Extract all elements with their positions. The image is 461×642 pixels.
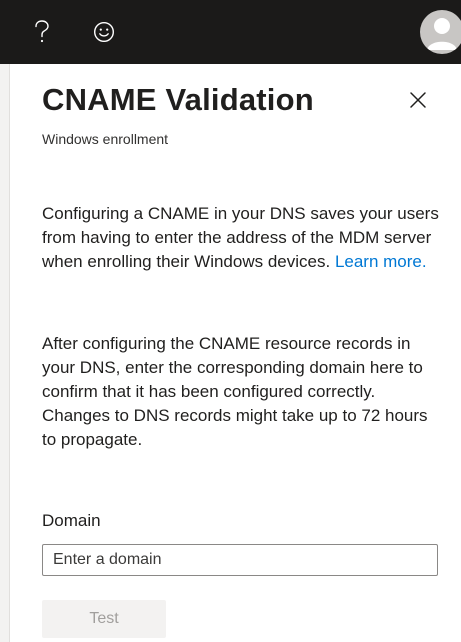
help-button[interactable] [22,12,62,52]
feedback-button[interactable] [84,12,124,52]
close-button[interactable] [406,88,430,112]
left-edge-divider [0,64,10,642]
learn-more-link[interactable]: Learn more. [335,252,427,271]
instructions-paragraph: After configuring the CNAME resource rec… [42,334,428,449]
close-icon [410,92,426,108]
cname-validation-panel: CNAME Validation Windows enrollment Conf… [10,64,461,642]
account-avatar-button[interactable] [420,10,461,54]
panel-subtitle: Windows enrollment [42,131,169,147]
panel-title: CNAME Validation [42,82,314,117]
question-mark-icon [35,20,49,43]
domain-input[interactable] [42,544,438,576]
description-paragraph: Configuring a CNAME in your DNS saves yo… [42,202,442,274]
test-button[interactable]: Test [42,600,166,638]
smiley-face-icon [93,21,115,43]
top-bar [0,0,461,64]
user-avatar-icon [427,18,457,50]
domain-label: Domain [42,511,101,530]
